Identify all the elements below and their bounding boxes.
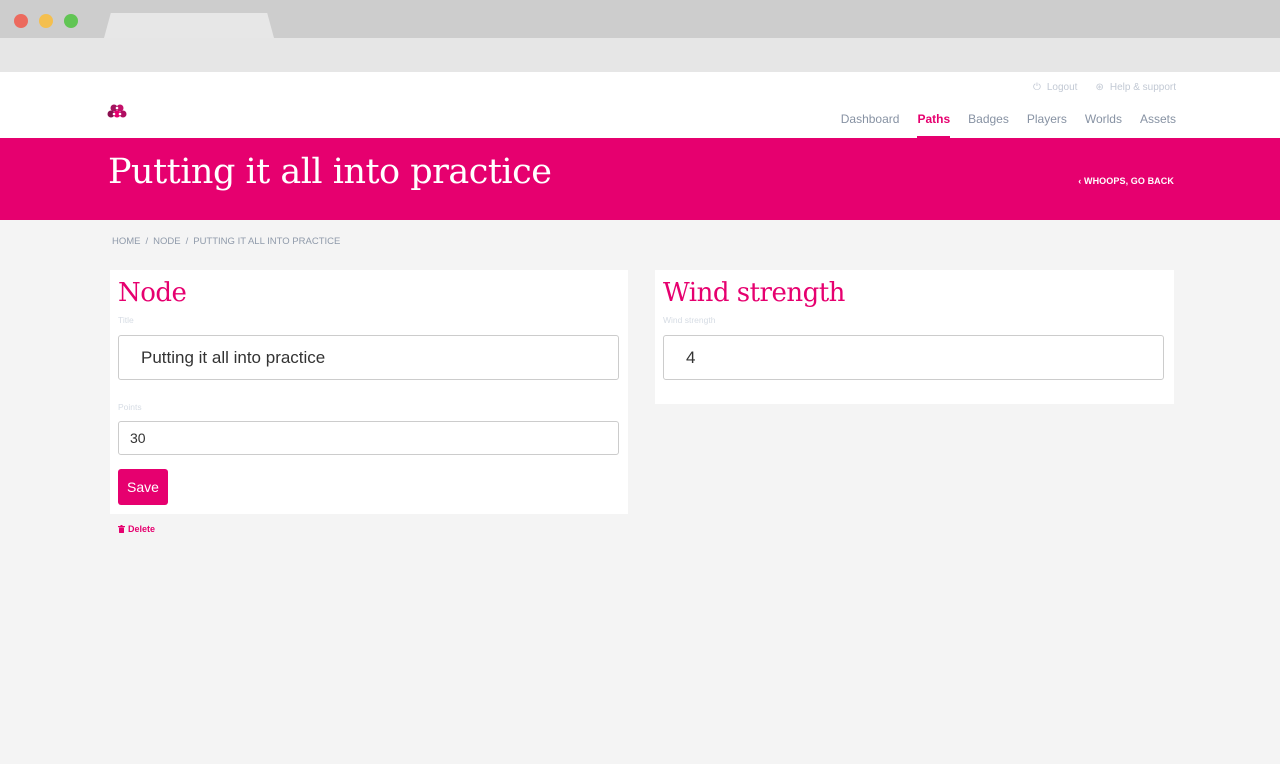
points-field[interactable] <box>118 421 619 455</box>
node-card: Node Title Points Save <box>110 270 628 514</box>
nav-item-paths[interactable]: Paths <box>917 112 950 138</box>
browser-tab[interactable] <box>104 13 274 38</box>
browser-toolbar <box>0 38 1280 72</box>
go-back-link[interactable]: ‹ WHOOPS, GO BACK <box>1078 176 1174 186</box>
logout-link[interactable]: ⏻ Logout <box>1033 82 1078 93</box>
main-nav: Dashboard Paths Badges Players Worlds As… <box>841 112 1176 138</box>
nav-item-dashboard[interactable]: Dashboard <box>841 112 900 138</box>
help-support-link[interactable]: ⊛ Help & support <box>1095 82 1176 93</box>
node-card-title: Node <box>118 278 187 308</box>
go-back-label: WHOOPS, GO BACK <box>1083 176 1174 186</box>
trash-icon <box>118 525 125 533</box>
logo-icon[interactable] <box>106 102 130 122</box>
delete-link[interactable]: Delete <box>118 524 155 534</box>
delete-label: Delete <box>128 524 156 534</box>
nav-item-badges[interactable]: Badges <box>968 112 1009 138</box>
wind-strength-card-title: Wind strength <box>663 278 845 308</box>
title-field-label: Title <box>118 315 134 325</box>
breadcrumb-home[interactable]: HOME <box>112 236 141 247</box>
save-button[interactable]: Save <box>118 469 168 505</box>
nav-item-players[interactable]: Players <box>1027 112 1067 138</box>
page: ⏻ Logout ⊛ Help & support Dashboard Path… <box>0 72 1280 764</box>
help-support-label: Help & support <box>1109 82 1176 93</box>
breadcrumb-separator: / <box>145 236 149 247</box>
nav-item-worlds[interactable]: Worlds <box>1085 112 1122 138</box>
lifebuoy-icon: ⊛ <box>1095 82 1104 93</box>
breadcrumb: HOME / NODE / PUTTING IT ALL INTO PRACTI… <box>112 236 340 247</box>
breadcrumb-node[interactable]: NODE <box>153 236 180 247</box>
page-title: Putting it all into practice <box>108 152 552 192</box>
minimize-window-button[interactable] <box>39 14 53 28</box>
wind-strength-field-label: Wind strength <box>663 315 716 325</box>
points-field-label: Points <box>118 402 142 412</box>
wind-strength-field[interactable] <box>663 335 1164 380</box>
browser-titlebar <box>0 0 1280 38</box>
utility-links: ⏻ Logout ⊛ Help & support <box>1033 82 1176 93</box>
wind-strength-card: Wind strength Wind strength <box>655 270 1174 404</box>
nav-item-assets[interactable]: Assets <box>1140 112 1176 138</box>
breadcrumb-current: PUTTING IT ALL INTO PRACTICE <box>193 236 341 247</box>
site-header: ⏻ Logout ⊛ Help & support Dashboard Path… <box>0 72 1280 138</box>
logout-label: Logout <box>1046 82 1078 93</box>
page-banner: Putting it all into practice ‹ WHOOPS, G… <box>0 138 1280 220</box>
close-window-button[interactable] <box>14 14 28 28</box>
chevron-left-icon: ‹ <box>1078 176 1082 186</box>
title-field[interactable] <box>118 335 619 380</box>
maximize-window-button[interactable] <box>64 14 78 28</box>
breadcrumb-separator: / <box>185 236 189 247</box>
power-icon: ⏻ <box>1032 82 1041 93</box>
